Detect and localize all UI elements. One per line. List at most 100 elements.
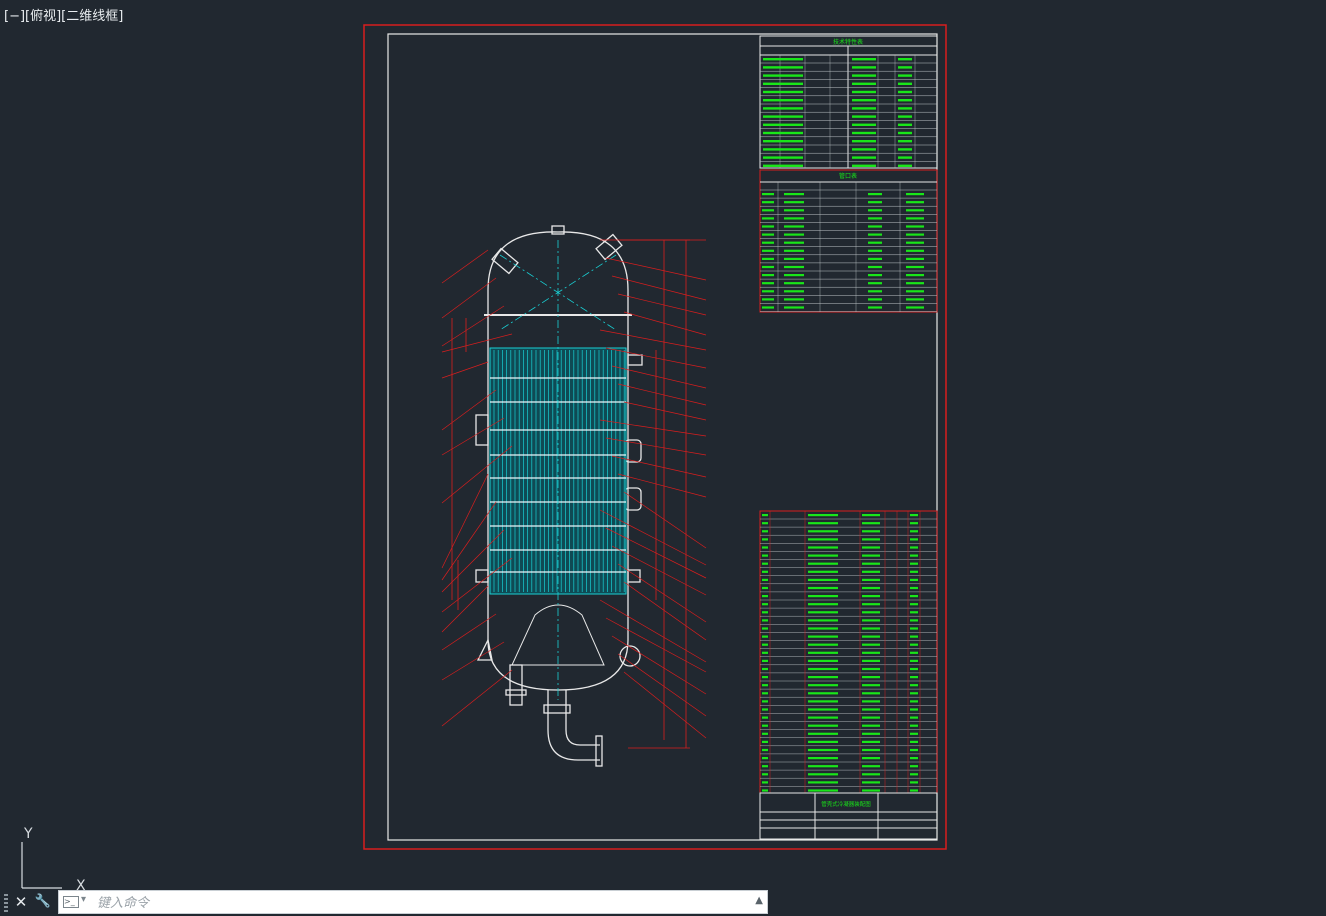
parts-table-cell-mark [910,595,918,598]
leader-line [441,361,489,379]
parts-table-cell-mark [762,643,768,646]
parts-table-cell-mark [910,692,918,695]
nozzle-table-cell-mark [906,193,924,196]
command-input-box[interactable]: >_ ▾ ▲ [58,890,768,914]
parts-table-cell-mark [910,732,918,735]
nozzle-table-cell-mark [868,265,882,269]
tech-table-cell-mark [898,66,912,69]
tech-table-cell-mark [898,74,912,77]
parts-table-cell-mark [808,570,838,573]
close-icon[interactable]: ✕ [12,892,30,912]
nozzle-table-cell-mark [762,201,774,204]
parts-table-cell-mark [862,684,880,687]
parts-table-cell-mark [808,773,838,776]
parts-table-cell-mark [762,546,768,549]
drag-handle-icon[interactable] [4,894,8,912]
parts-table-cell-mark [910,514,918,517]
command-history-icon[interactable]: ▲ [755,895,763,906]
tech-table-cell-mark [763,58,803,61]
cad-drawing-canvas[interactable]: 技术特性表 管口表 管壳式冷凝器装配图 [0,0,1326,916]
nozzle-table-cell-mark [784,193,804,196]
parts-table-cell-mark [762,740,768,743]
parts-table-cell-mark [862,578,880,581]
tech-table-cell-mark [898,148,912,151]
parts-table-cell-mark [862,570,880,573]
parts-table-cell-mark [862,765,880,768]
parts-table-cell-mark [808,724,838,727]
parts-table-cell-mark [808,700,838,703]
parts-table-cell-mark [862,757,880,760]
parts-table-cell-mark [808,781,838,784]
tech-table-cell-mark [852,58,876,61]
nozzle-table-cell-mark [868,282,882,285]
parts-table-cell-mark [808,562,838,565]
nozzle-table-cell-mark [906,225,924,228]
parts-table-cell-mark [762,757,768,760]
tech-table-cell-mark [852,148,876,151]
tech-table-cell-mark [763,107,803,110]
parts-table-cell-mark [862,773,880,776]
command-input[interactable] [95,893,739,913]
chevron-down-icon[interactable]: ▾ [81,894,86,905]
tech-table-cell-mark [898,90,912,94]
leader-line [623,401,707,421]
nozzle-table-cell-mark [906,217,924,220]
nozzle-table-cell-mark [868,233,882,236]
parts-table-cell-mark [862,676,880,679]
parts-table-cell-mark [862,643,880,646]
parts-table-cell-mark [762,514,768,517]
nozzle-table-cell-mark [784,217,804,220]
parts-table-cell-mark [910,765,918,768]
command-prompt-icon[interactable]: >_ [63,896,79,908]
parts-table-cell-mark [808,546,838,549]
nozzle-table-cell-mark [784,209,804,212]
parts-table-cell-mark [762,562,768,565]
leader-line [441,305,505,347]
customize-wrench-icon[interactable]: 🔧 [34,892,52,912]
tech-table-cell-mark [852,82,876,85]
nozzle-table-cell-mark [868,249,882,252]
tech-table-cell-mark [852,131,876,135]
nozzle-table-cell-mark [906,274,924,277]
tech-table-cell-mark [898,58,912,61]
leader-line [623,491,707,549]
tech-table-cell-mark [763,156,803,159]
parts-table-cell-mark [762,773,768,776]
nozzle-table-cell-mark [906,265,924,269]
tech-table-cell-mark [898,123,912,126]
parts-table-cell-mark [910,700,918,703]
parts-table-cell-mark [762,676,768,679]
parts-table-cell-mark [862,530,880,533]
tech-table-cell-mark [852,140,876,143]
parts-table-cell-mark [910,562,918,565]
nozzle-table-cell-mark [906,282,924,285]
parts-table-cell-mark [910,651,918,654]
nozzle-table-cell-mark [906,290,924,293]
parts-table-cell-mark [808,740,838,743]
parts-table-cell-mark [862,635,880,638]
tech-table-cell-mark [898,131,912,135]
parts-table-cell-mark [862,748,880,752]
title-block [759,792,938,840]
parts-table-cell-mark [762,586,768,590]
parts-table-cell-mark [808,627,838,630]
leader-line [599,599,707,663]
nozzle-table-cell-mark [906,201,924,204]
parts-table-cell-mark [862,554,880,557]
leader-line [441,585,489,633]
parts-table-cell-mark [910,676,918,679]
command-line-bar: ✕ 🔧 >_ ▾ ▲ [0,888,770,916]
parts-table-cell-mark [910,667,918,671]
tech-table-cell-mark [763,99,803,102]
tech-table-cell-mark [763,90,803,94]
parts-table-cell-mark [808,595,838,598]
parts-table-cell-mark [762,578,768,581]
parts-table-cell-mark [808,578,838,581]
parts-table-cell-mark [910,554,918,557]
parts-table-cell-mark [862,781,880,784]
parts-table-cell-mark [762,748,768,752]
leader-line [441,641,505,681]
parts-table-cell-mark [862,740,880,743]
parts-table-cell-mark [808,667,838,671]
tech-table-cell-mark [763,74,803,77]
